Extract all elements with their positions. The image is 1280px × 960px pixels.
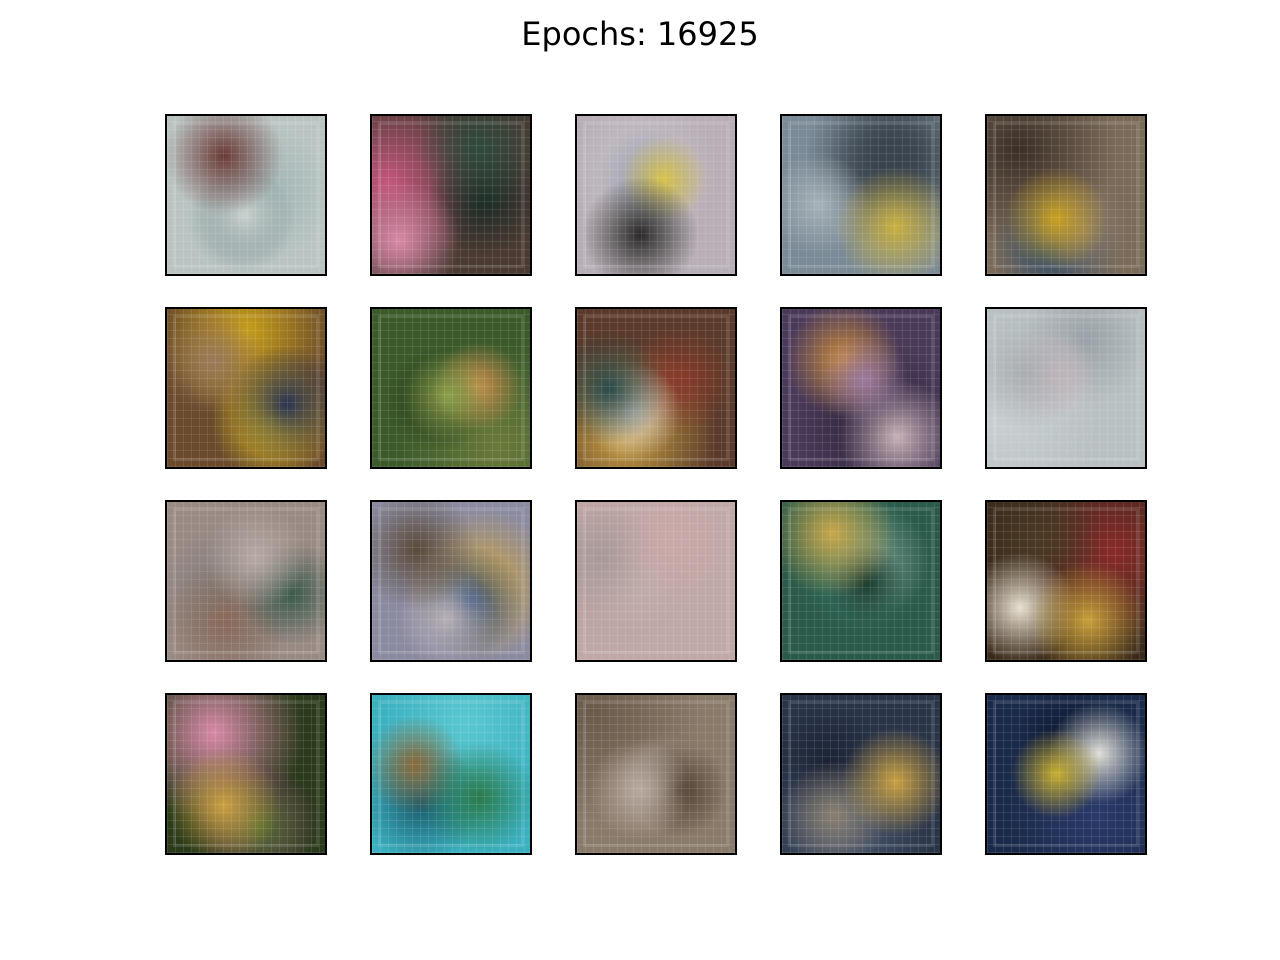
sample-image-grid [0,0,1280,960]
generated-sample-image [575,693,737,855]
generated-sample-image [780,500,942,662]
generated-sample-image [780,114,942,276]
generated-sample-image [575,307,737,469]
generated-sample-image [370,307,532,469]
generated-sample-image [780,693,942,855]
generated-sample-image [370,693,532,855]
generated-sample-image [985,500,1147,662]
generated-sample-image [165,693,327,855]
generated-sample-image [370,114,532,276]
generated-sample-image [780,307,942,469]
generated-sample-image [985,307,1147,469]
generated-sample-image [165,500,327,662]
generated-sample-image [370,500,532,662]
generated-sample-image [575,114,737,276]
generated-sample-image [985,114,1147,276]
generated-sample-image [165,114,327,276]
generated-sample-image [165,307,327,469]
generated-sample-image [575,500,737,662]
generated-sample-image [985,693,1147,855]
